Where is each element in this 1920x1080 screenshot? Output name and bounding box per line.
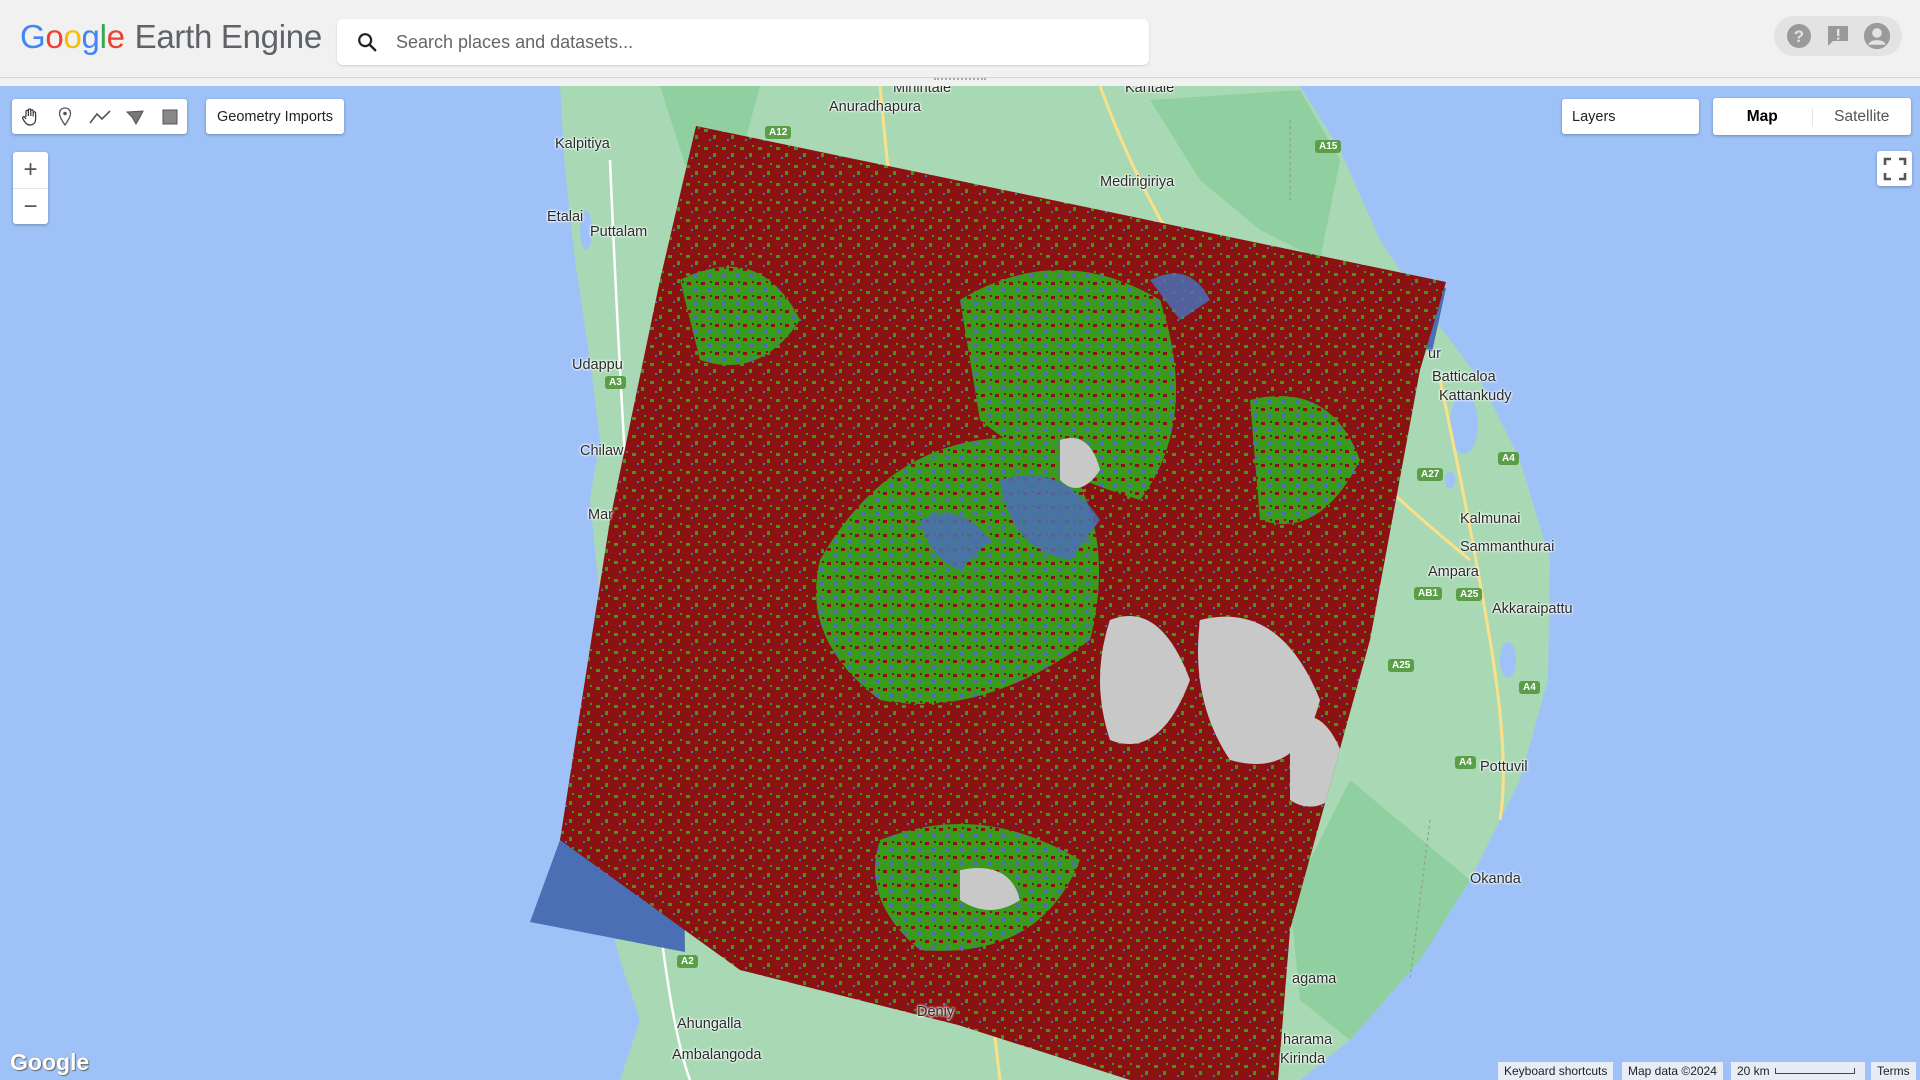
product-name: Earth Engine: [134, 18, 323, 55]
hand-icon[interactable]: [12, 99, 47, 134]
rectangle-icon[interactable]: [152, 99, 187, 134]
place-label: Ambalangoda: [672, 1047, 762, 1063]
keyboard-shortcuts-link[interactable]: Keyboard shortcuts: [1498, 1062, 1614, 1080]
place-label: Ahungalla: [677, 1016, 742, 1032]
place-label: harama: [1283, 1032, 1333, 1048]
map-type-satellite-button[interactable]: Satellite: [1811, 107, 1912, 126]
svg-text:?: ?: [1794, 27, 1804, 46]
line-icon[interactable]: [82, 99, 117, 134]
place-label: Ampara: [1428, 564, 1479, 580]
road-shield: A2: [677, 955, 698, 968]
place-label: Chilaw: [580, 443, 624, 459]
terms-link[interactable]: Terms: [1871, 1062, 1916, 1080]
panel-resize-handle[interactable]: [934, 78, 986, 84]
feedback-icon[interactable]: [1824, 22, 1852, 50]
search-icon: [358, 33, 377, 52]
road-shield: A15: [1315, 140, 1342, 153]
road-shield: A4: [1498, 452, 1519, 465]
place-label: Sammanthurai: [1460, 539, 1555, 555]
road-shield: A27: [1417, 468, 1444, 481]
place-label: Kirinda: [1280, 1051, 1326, 1067]
road-shield: A4: [1455, 756, 1476, 769]
place-label: Anuradhapura: [829, 99, 921, 115]
drawing-toolbar: [12, 99, 187, 134]
place-label: Batticaloa: [1432, 369, 1496, 385]
zoom-control: + −: [13, 152, 48, 224]
map-data-attribution: Map data ©2024: [1622, 1062, 1723, 1080]
scale-label: 20 km: [1737, 1064, 1770, 1078]
place-label: Mar: [588, 507, 613, 523]
polygon-icon[interactable]: [117, 99, 152, 134]
zoom-in-button[interactable]: +: [13, 152, 48, 188]
place-label: Kalmunai: [1460, 511, 1521, 527]
place-label: Okanda: [1470, 871, 1521, 887]
place-label: Kalpitiya: [555, 136, 610, 152]
google-logo: Google: [10, 1049, 90, 1075]
top-header: Google Earth Engine ?: [0, 0, 1920, 78]
search-bar[interactable]: [337, 19, 1149, 65]
search-input[interactable]: [396, 31, 1096, 53]
map-canvas[interactable]: Mihintale Kantale Anuradhapura Kalpitiya…: [0, 86, 1920, 1080]
zoom-out-button[interactable]: −: [13, 188, 48, 224]
place-label: agama: [1292, 971, 1337, 987]
account-icon[interactable]: [1863, 22, 1891, 50]
app-logo[interactable]: Google Earth Engine: [20, 18, 322, 56]
place-label: Pottuvil: [1480, 759, 1528, 775]
place-label: Etalai: [547, 209, 584, 225]
place-label: Medirigiriya: [1100, 174, 1175, 190]
place-label: Udappu: [572, 357, 623, 373]
place-label: Kattankudy: [1439, 388, 1512, 404]
base-map: [530, 86, 1550, 1080]
road-shield: A25: [1388, 659, 1415, 672]
fullscreen-button[interactable]: [1877, 151, 1912, 186]
place-label: Deniy: [917, 1004, 955, 1020]
road-shield: A12: [765, 126, 792, 139]
place-label: ur: [1428, 346, 1441, 362]
geometry-imports-button[interactable]: Geometry Imports: [206, 99, 345, 134]
road-shield: A4: [1519, 681, 1540, 694]
layers-button[interactable]: Layers: [1562, 99, 1699, 134]
road-shield: AB1: [1414, 587, 1443, 600]
map-type-map-button[interactable]: Map: [1713, 108, 1812, 126]
place-label: Mihintale: [893, 86, 952, 96]
place-label: Kantale: [1125, 86, 1175, 96]
scale-line: [1774, 1068, 1855, 1074]
marker-icon[interactable]: [47, 99, 82, 134]
place-label: Akkaraipattu: [1492, 601, 1573, 617]
header-actions: ?: [1774, 16, 1902, 56]
road-shield: A25: [1456, 588, 1483, 601]
google-wordmark: Google: [20, 18, 125, 55]
scale-bar: 20 km: [1731, 1062, 1865, 1080]
road-shield: A3: [605, 376, 626, 389]
help-icon[interactable]: ?: [1785, 22, 1813, 50]
place-label: Puttalam: [590, 224, 648, 240]
fullscreen-icon: [1883, 157, 1906, 180]
map-type-toggle: Map Satellite: [1713, 98, 1911, 135]
